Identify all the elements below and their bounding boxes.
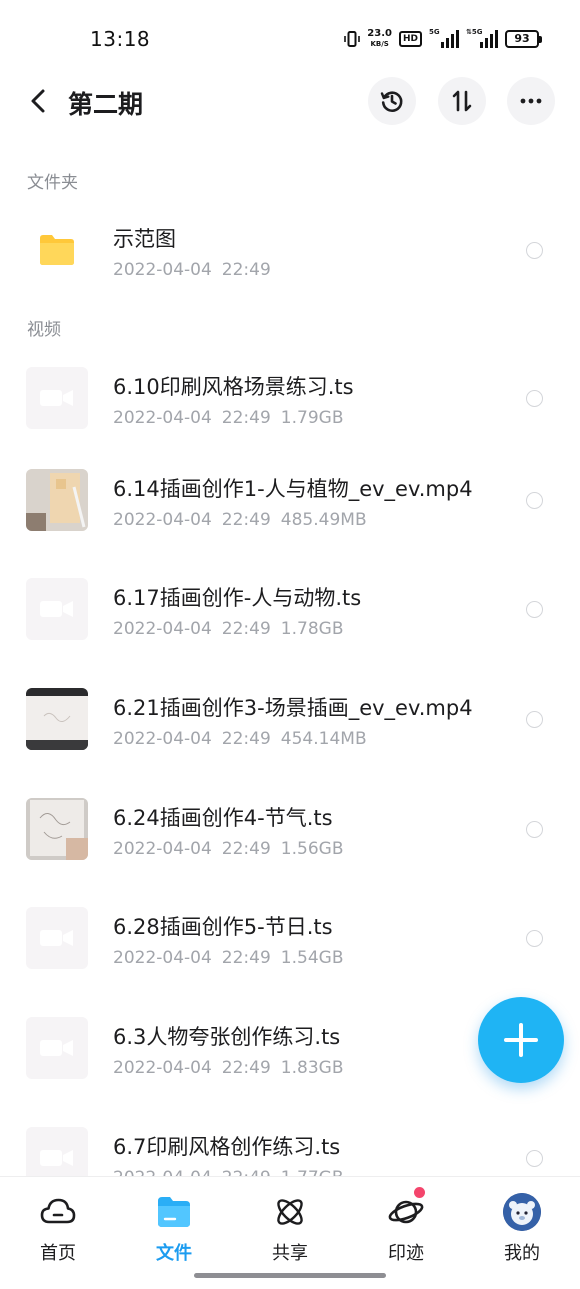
notification-dot <box>414 1187 425 1198</box>
plus-icon <box>504 1023 538 1057</box>
video-placeholder-thumbnail <box>26 907 88 969</box>
select-checkbox[interactable] <box>526 492 543 509</box>
network-speed: 23.0 KB/S <box>367 29 392 49</box>
video-meta: 2022-04-04 22:49 1.78GB <box>113 619 344 639</box>
video-name: 6.21插画创作3-场景插画_ev_ev.mp4 <box>113 696 473 720</box>
video-meta: 2022-04-04 22:49 1.79GB <box>113 408 344 428</box>
battery-level: 93 <box>505 30 539 48</box>
video-row[interactable]: 6.17插画创作-人与动物.ts 2022-04-04 22:49 1.78GB <box>0 559 580 659</box>
video-meta: 2022-04-04 22:49 1.83GB <box>113 1058 344 1078</box>
atom-icon <box>277 1199 303 1225</box>
chevron-left-icon[interactable] <box>24 86 54 116</box>
video-placeholder-thumbnail <box>26 578 88 640</box>
video-meta: 2022-04-04 22:49 454.14MB <box>113 729 367 749</box>
page-title: 第二期 <box>68 90 144 119</box>
video-row[interactable]: 6.21插画创作3-场景插画_ev_ev.mp4 2022-04-04 22:49… <box>0 669 580 769</box>
video-camera-icon <box>40 1040 73 1056</box>
video-name: 6.14插画创作1-人与植物_ev_ev.mp4 <box>113 477 473 501</box>
nav-me[interactable]: 我的 <box>482 1193 562 1265</box>
video-meta: 2022-04-04 22:49 1.56GB <box>113 839 344 859</box>
nav-share[interactable]: 共享 <box>250 1193 330 1265</box>
video-name: 6.28插画创作5-节日.ts <box>113 915 333 939</box>
video-camera-icon <box>40 930 73 946</box>
status-icons: 23.0 KB/S HD 5G ⇅5G 93 <box>344 26 542 52</box>
signal-sim2-icon: ⇅5G <box>466 28 498 48</box>
signal-sim1-label: 5G <box>429 28 440 36</box>
nav-me-label: 我的 <box>504 1243 540 1264</box>
network-speed-unit: KB/S <box>370 40 389 48</box>
video-row[interactable]: 6.14插画创作1-人与植物_ev_ev.mp4 2022-04-04 22:49… <box>0 450 580 550</box>
select-checkbox[interactable] <box>526 930 543 947</box>
battery-icon: 93 <box>505 30 542 48</box>
video-camera-icon <box>40 390 73 406</box>
status-bar: 13:18 23.0 KB/S HD 5G ⇅5G 93 <box>0 0 580 78</box>
video-meta: 2022-04-04 22:49 485.49MB <box>113 510 367 530</box>
sort-button[interactable] <box>438 77 486 125</box>
file-browser-screen: 13:18 23.0 KB/S HD 5G ⇅5G 93 第二期 文件夹 示范图… <box>0 0 580 1289</box>
history-icon <box>380 91 403 112</box>
video-camera-icon <box>40 601 73 617</box>
avatar <box>503 1193 541 1231</box>
video-name: 6.24插画创作4-节气.ts <box>113 806 333 830</box>
video-row[interactable]: 6.10印刷风格场景练习.ts 2022-04-04 22:49 1.79GB <box>0 348 580 448</box>
video-meta: 2022-04-04 22:49 1.54GB <box>113 948 344 968</box>
sort-icon <box>452 90 472 112</box>
signal-sim1-icon: 5G <box>429 28 459 48</box>
network-speed-value: 23.0 <box>367 28 392 39</box>
video-thumbnail <box>26 688 88 750</box>
add-button[interactable] <box>478 997 564 1083</box>
select-checkbox[interactable] <box>526 1150 543 1167</box>
nav-trace[interactable]: 印迹 <box>366 1187 446 1265</box>
status-time: 13:18 <box>90 27 151 51</box>
planet-icon <box>388 1200 424 1224</box>
folder-name: 示范图 <box>113 227 176 251</box>
folder-row[interactable]: 示范图 2022-04-04 22:49 <box>0 200 580 300</box>
section-label-folders: 文件夹 <box>27 173 78 193</box>
video-placeholder-thumbnail <box>26 1017 88 1079</box>
select-checkbox[interactable] <box>526 601 543 618</box>
nav-files-label: 文件 <box>156 1243 192 1264</box>
more-button[interactable] <box>507 77 555 125</box>
video-camera-icon <box>40 1150 73 1166</box>
home-indicator[interactable] <box>194 1273 386 1278</box>
more-icon <box>520 98 542 104</box>
nav-files[interactable]: 文件 <box>134 1193 214 1265</box>
hd-badge: HD <box>398 31 422 47</box>
video-row[interactable]: 6.28插画创作5-节日.ts 2022-04-04 22:49 1.54GB <box>0 888 580 988</box>
select-checkbox[interactable] <box>526 821 543 838</box>
video-row[interactable]: 6.24插画创作4-节气.ts 2022-04-04 22:49 1.56GB <box>0 779 580 879</box>
top-app-bar: 第二期 <box>0 76 580 128</box>
select-checkbox[interactable] <box>526 711 543 728</box>
folder-icon <box>40 235 74 265</box>
video-name: 6.7印刷风格创作练习.ts <box>113 1135 341 1159</box>
nav-share-label: 共享 <box>272 1243 308 1264</box>
vibrate-icon <box>344 31 361 47</box>
section-label-videos: 视频 <box>27 320 61 340</box>
select-checkbox[interactable] <box>526 242 543 259</box>
video-thumbnail <box>26 469 88 531</box>
video-name: 6.17插画创作-人与动物.ts <box>113 586 362 610</box>
folder-meta: 2022-04-04 22:49 <box>113 260 271 280</box>
video-placeholder-thumbnail <box>26 367 88 429</box>
cloud-icon <box>40 1198 76 1224</box>
signal-sim2-label: ⇅5G <box>466 28 483 36</box>
nav-home[interactable]: 首页 <box>18 1193 98 1265</box>
video-name: 6.10印刷风格场景练习.ts <box>113 375 354 399</box>
select-checkbox[interactable] <box>526 390 543 407</box>
nav-home-label: 首页 <box>40 1243 76 1264</box>
video-thumbnail <box>26 798 88 860</box>
video-name: 6.3人物夸张创作练习.ts <box>113 1025 341 1049</box>
nav-trace-label: 印迹 <box>388 1243 424 1264</box>
history-button[interactable] <box>368 77 416 125</box>
folder-icon <box>158 1197 190 1227</box>
